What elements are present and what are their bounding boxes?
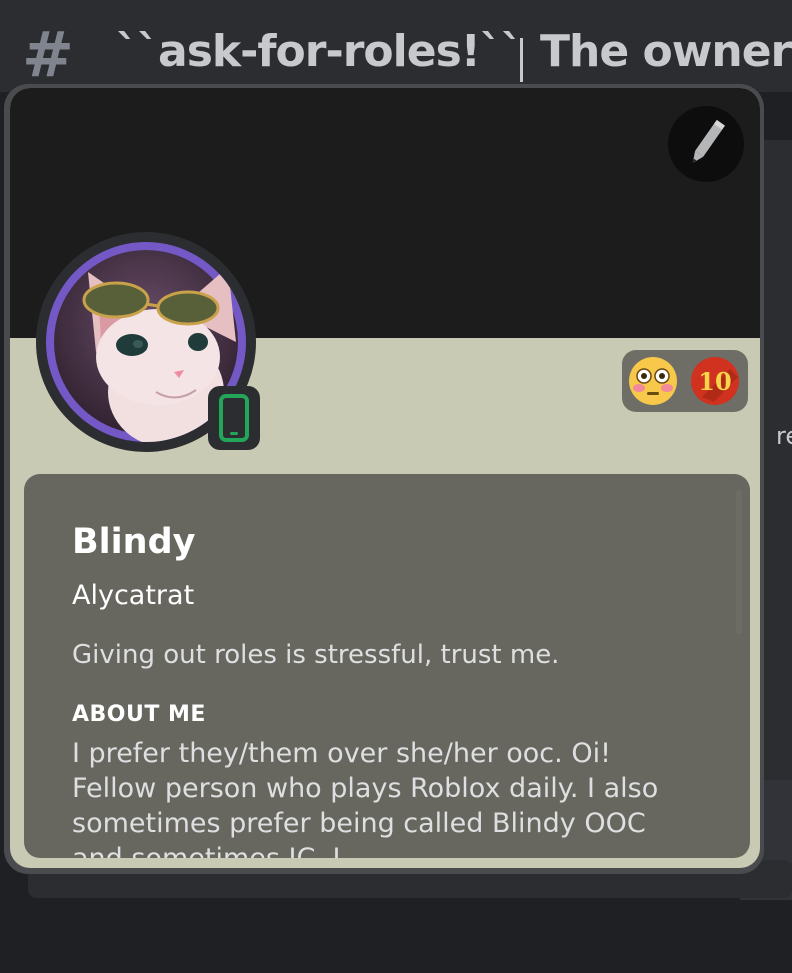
ten-points-icon[interactable]: 10: [622, 350, 748, 412]
profile-card: 10 Blindy Alycatrat Giving out roles is …: [10, 88, 760, 868]
channel-header: # ``ask-for-roles!`` The owner c: [0, 0, 792, 92]
background-text: re: [776, 422, 792, 450]
profile-info-panel: Blindy Alycatrat Giving out roles is str…: [24, 474, 750, 858]
mobile-phone-icon: [219, 394, 249, 442]
channel-topic[interactable]: The owner c: [540, 26, 792, 77]
header-divider: [520, 38, 523, 82]
about-me-heading: ABOUT ME: [72, 702, 206, 727]
username[interactable]: Alycatrat: [72, 580, 194, 611]
channel-name: ``ask-for-roles!``: [116, 26, 523, 77]
about-me-text: I prefer they/them over she/her ooc. Oi!…: [72, 738, 659, 858]
scrollbar-thumb[interactable]: [736, 490, 742, 634]
user-profile-popout: 10 Blindy Alycatrat Giving out roles is …: [4, 84, 764, 874]
mobile-status-indicator: [208, 386, 260, 450]
edit-profile-button[interactable]: [668, 106, 744, 182]
ten-points-label: 10: [698, 367, 731, 396]
custom-status: Giving out roles is stressful, trust me.: [72, 640, 560, 670]
discord-window: # ``ask-for-roles!`` The owner c re: [0, 0, 792, 973]
hash-icon: #: [22, 18, 74, 91]
display-name: Blindy: [72, 522, 196, 562]
profile-badges: 10: [622, 350, 748, 412]
pencil-icon: [692, 119, 726, 163]
